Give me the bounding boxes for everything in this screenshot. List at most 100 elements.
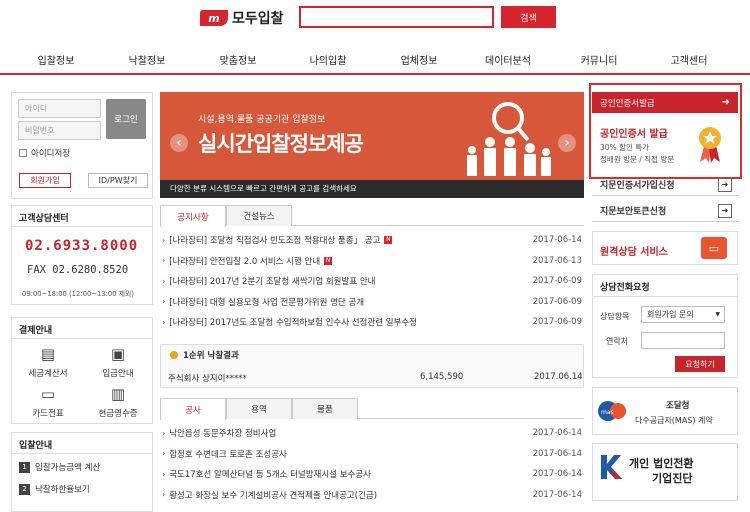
list-item[interactable]: › [나라장터] 대형 실용모형 사업 전문평가위원 명단 공개 2017-06-0…	[162, 295, 582, 309]
list-item[interactable]: › [나라장터] 2017년 2분기 조달청 새싹기업 회원발표 안내 2017-0…	[162, 274, 582, 288]
nav-item[interactable]: 입찰정보	[38, 52, 75, 67]
nav-item[interactable]: 고객센터	[671, 52, 708, 67]
arrow-right-icon: ➜	[721, 97, 730, 108]
cash-receipt-link[interactable]: ▥ 현금영수증	[88, 385, 148, 419]
bid-tabs: 공사 용역 물품	[160, 398, 584, 420]
main-banner[interactable]: 시설,용역,물품 공공기관 입찰정보 실시간입찰정보제공 ‹ › 다양한 분류 …	[160, 92, 584, 198]
business-hours: 09:00~18:00 (12:00~13:00 제외)	[22, 290, 134, 298]
tab-construction[interactable]: 공사	[160, 398, 226, 420]
medal-icon	[170, 351, 178, 359]
list-item[interactable]: › 낙안읍성 동문주차장 정비사업 2017-06-14	[162, 426, 582, 440]
list-item[interactable]: › [나라장터] 2017년도 조달청 수입적하보험 인수사 선정관련 일부수정 2…	[162, 315, 582, 329]
list-item-title: [나라장터] 2017년 2분기 조달청 새싹기업 회원발표 안내	[169, 277, 376, 287]
fax-number: FAX 02.6280.8520	[27, 264, 129, 276]
svg-text:mas: mas	[601, 409, 614, 416]
list-item-date: 2017-06-14	[532, 428, 582, 438]
card-icon: ▭	[40, 385, 56, 403]
nav-item[interactable]: 나의입찰	[310, 52, 347, 67]
chevron-right-icon: ›	[162, 256, 166, 265]
login-arrow-icon: ➜	[718, 177, 732, 192]
bid-guide-item[interactable]: 2 낙찰하한율보기	[19, 483, 90, 495]
consult-item-select[interactable]: 회원가입 문의 ▼	[641, 306, 725, 323]
chevron-right-icon: ›	[162, 490, 166, 499]
site-logo[interactable]: m 모두입찰	[200, 7, 284, 29]
nav-item[interactable]: 낙찰정보	[129, 52, 166, 67]
list-item-title: [나라장터] 조달청 직접검사 빈도조정 적용대상 품종」 공고	[169, 236, 381, 246]
list-item-date: 2017-06-14	[532, 448, 582, 459]
banner-caption: 다양한 분류 시스템으로 빠르고 간편하게 공고를 검색하세요	[170, 184, 357, 193]
corp-line1: 개인 법인전환	[629, 457, 694, 470]
list-item-date: 2017-06-09	[532, 317, 582, 327]
list-item-date: 2017-06-14	[532, 489, 582, 500]
customer-title: 고객상담센터	[19, 214, 69, 224]
tab-goods[interactable]: 물품	[292, 398, 358, 419]
notice-tabs: 공지사항 건설뉴스	[160, 205, 584, 227]
contact-input[interactable]	[641, 332, 725, 349]
nav-item[interactable]: 커뮤니티	[581, 52, 618, 67]
list-item[interactable]: › 국도17호선 알메산터널 등 5개소 터널방재시설 보수공사 2017-06-1…	[162, 467, 582, 481]
cert-header[interactable]: 공인인증서발급 ➜	[592, 92, 738, 113]
search-button[interactable]: 검색	[501, 6, 556, 28]
tab-service[interactable]: 용역	[226, 398, 292, 419]
tax-invoice-link[interactable]: ▤ 세금계산서	[18, 345, 78, 379]
banner-title: 실시간입찰정보제공	[198, 132, 364, 156]
list-item-title: [나라장터] 안전입찰 2.0 서비스 시행 안내	[169, 256, 321, 267]
mas-title: 조달청	[666, 401, 690, 411]
chevron-right-icon: ›	[162, 449, 166, 458]
list-item[interactable]: › [나라장터] 안전입찰 2.0 서비스 시행 안내 N 2017-06-13	[162, 254, 582, 268]
award-badge-icon	[699, 127, 721, 163]
cert-title: 공인인증서 발급	[600, 129, 668, 140]
corp-line2: 기업진단	[652, 472, 693, 485]
chevron-right-icon: ›	[162, 428, 166, 438]
tab-notice[interactable]: 공지사항	[160, 205, 226, 227]
card-receipt-link[interactable]: ▭ 카드전표	[18, 385, 78, 419]
chevron-right-icon: ›	[162, 317, 166, 327]
banner-next-button[interactable]: ›	[558, 134, 576, 152]
list-item-title: 국도17호선 알메산터널 등 5개소 터널방재시설 보수공사	[169, 470, 371, 480]
bid-guide-item[interactable]: 1 입찰가능금액 계산	[19, 461, 100, 473]
logo-mark: m	[200, 10, 228, 26]
password-input[interactable]: 비밀번호	[18, 121, 101, 140]
checkbox[interactable]	[19, 149, 27, 157]
list-item[interactable]: › [나라장터] 조달청 직접검사 빈도조정 적용대상 품종」 공고 N 2017-0…	[162, 233, 582, 247]
nav-item[interactable]: 데이터분석	[485, 52, 531, 67]
cert-discount: 30% 할인 특가	[600, 143, 650, 152]
tab-construction-news[interactable]: 건설뉴스	[226, 205, 292, 226]
nav-item[interactable]: 업체정보	[401, 52, 438, 67]
nav-item[interactable]: 맞춤정보	[220, 52, 257, 67]
id-input[interactable]: 아이디	[18, 99, 101, 118]
chevron-right-icon: ›	[162, 469, 166, 479]
fingerprint-cert-link[interactable]: 지문인증서가입신청 ➜	[592, 174, 738, 196]
contact-label: 연락처	[606, 337, 629, 346]
list-item-title: 황성고 화장실 보수 기계설비공사 견적제출 안내공고(긴급)	[169, 490, 378, 501]
remote-title: 원격상담 서비스	[600, 247, 668, 258]
deposit-link[interactable]: ▣ 입금안내	[88, 345, 148, 379]
winner-date: 2017.06.14	[534, 372, 583, 382]
search-input[interactable]	[299, 6, 494, 28]
banner-prev-button[interactable]: ‹	[170, 134, 188, 152]
fingerprint-token-link[interactable]: 지문보안토큰신청 ➜	[592, 200, 738, 222]
join-button[interactable]: 회원가입	[19, 173, 71, 188]
list-item-date: 2017-06-09	[532, 276, 582, 286]
find-account-button[interactable]: ID/PW찾기	[88, 173, 148, 188]
list-item[interactable]: › 황성고 화장실 보수 기계설비공사 견적제출 안내공고(긴급) 2017-06-…	[162, 488, 582, 502]
request-button[interactable]: 요청하기	[675, 356, 725, 372]
remember-id[interactable]: 아이디저장	[19, 147, 70, 159]
bid-guide-title: 입찰안내	[19, 441, 53, 451]
list-item[interactable]: › 합정호 수변데크 토로촌 조성공사 2017-06-14	[162, 447, 582, 461]
chevron-down-icon: ▼	[715, 311, 720, 318]
main-nav: 입찰정보 낙찰정보 맞춤정보 나의입찰 업체정보 데이터분석 커뮤니티 고객센터	[0, 45, 750, 75]
list-item-date: 2017-06-09	[532, 296, 582, 307]
list-item-title: [나라장터] 대형 실용모형 사업 전문평가위원 명단 공개	[169, 297, 365, 308]
logo-text: 모두입찰	[232, 11, 284, 27]
login-arrow-icon: ➜	[718, 203, 732, 218]
receipt-icon: ▥	[110, 385, 126, 403]
winner-title: 1순위 낙찰결과	[170, 349, 239, 361]
login-button[interactable]: 로그인	[106, 99, 146, 139]
consult-item-label: 상담항목	[600, 312, 630, 321]
mas-subtitle: 다수공급자(MAS) 계약	[635, 416, 713, 425]
list-item-date: 2017-06-14	[532, 235, 582, 245]
document-icon: ▤	[40, 345, 56, 363]
list-item-date: 2017-06-13	[532, 255, 582, 266]
mas-logo-icon: mas	[598, 401, 626, 421]
